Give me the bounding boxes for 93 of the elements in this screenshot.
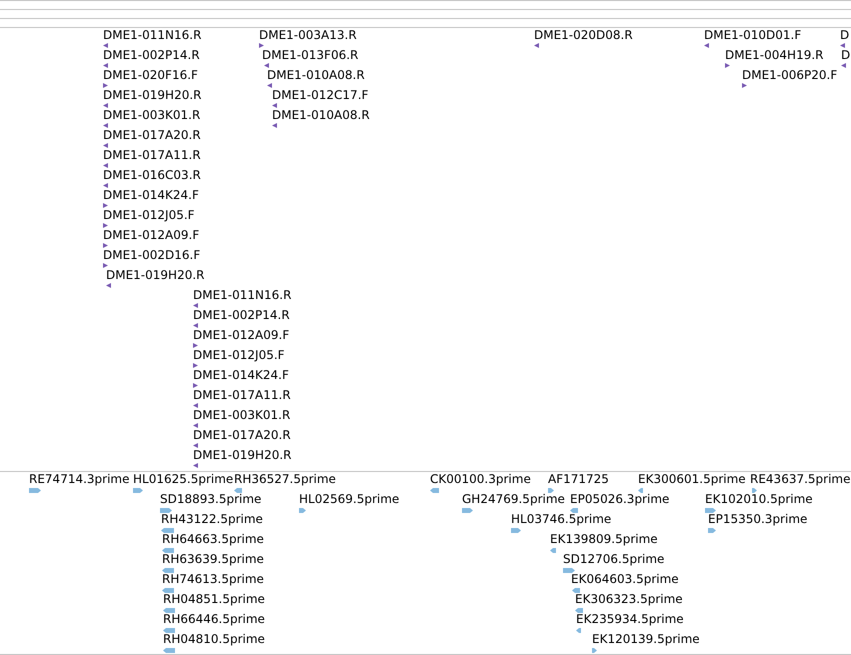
feature-label: DME1-017A11.R: [103, 148, 201, 162]
feature-label: DME1-014K24.F: [103, 188, 199, 202]
right-triangle-icon[interactable]: [193, 383, 198, 388]
feature-label: RH66446.5prime: [163, 612, 265, 626]
feature-label: DME1-010D01.F: [704, 28, 802, 42]
feature-label: EK064603.5prime: [571, 572, 679, 586]
left-triangle-icon[interactable]: [267, 83, 272, 88]
feature-label: DME1-020D08.R: [534, 28, 633, 42]
right-triangle-icon[interactable]: [103, 243, 108, 248]
right-triangle-icon[interactable]: [103, 203, 108, 208]
feature-label: EK235934.5prime: [576, 612, 684, 626]
feature-label: DME1-011N16.R: [103, 28, 202, 42]
feature-label: DME1-012C17.F: [272, 88, 368, 102]
feature-label: SD18893.5prime: [160, 492, 262, 506]
right-triangle-icon[interactable]: [103, 223, 108, 228]
feature-label: DME1-012J05.F: [193, 348, 285, 362]
left-triangle-icon[interactable]: [103, 183, 108, 188]
left-triangle-icon[interactable]: [272, 123, 277, 128]
feature-label: SD12706.5prime: [563, 552, 664, 566]
left-triangle-icon[interactable]: [841, 63, 846, 68]
left-triangle-icon[interactable]: [103, 163, 108, 168]
right-triangle-icon[interactable]: [103, 83, 108, 88]
feature-label: DME1-003A13.R: [259, 28, 357, 42]
feature-label: RH64663.5prime: [162, 532, 264, 546]
feature-label: DME1-012J05.F: [103, 208, 195, 222]
feature-label: DME1-003K01.R: [193, 408, 290, 422]
right-triangle-icon[interactable]: [259, 43, 264, 48]
feature-label: DME1-006P20.F: [742, 68, 838, 82]
feature-label: RH63639.5prime: [162, 552, 264, 566]
left-triangle-icon[interactable]: [103, 123, 108, 128]
feature-label: RH04810.5prime: [163, 632, 265, 646]
left-triangle-icon[interactable]: [103, 63, 108, 68]
feature-label: DME1-017A20.R: [193, 428, 291, 442]
feature-label: RE74714.3prime: [29, 472, 130, 486]
left-triangle-icon[interactable]: [193, 403, 198, 408]
feature-label: RH74613.5prime: [162, 572, 264, 586]
right-triangle-icon[interactable]: [725, 63, 730, 68]
feature-label: RH04851.5prime: [163, 592, 265, 606]
feature-label: DME1-017A20.R: [103, 128, 201, 142]
feature-label: DME1-017A11.R: [193, 388, 291, 402]
right-triangle-icon[interactable]: [193, 343, 198, 348]
left-triangle-icon[interactable]: [840, 43, 845, 48]
feature-label: DME1-004H19.R: [725, 48, 824, 62]
feature-label: DME1-012A09.F: [103, 228, 200, 242]
feature-label: DME1-019H20.R: [106, 268, 204, 282]
left-triangle-icon[interactable]: [103, 43, 108, 48]
feature-label: DME1-002P14.R: [193, 308, 290, 322]
feature-label: HL03746.5prime: [511, 512, 612, 526]
feature-label: EK306323.5prime: [575, 592, 683, 606]
feature-label: GH24769.5prime: [462, 492, 565, 506]
feature-label: RH36527.5prime: [234, 472, 336, 486]
feature-label: DME1-013F06.R: [262, 48, 358, 62]
feature-label: DME1-012A09.F: [193, 328, 290, 342]
feature-label: EK102010.5prime: [705, 492, 813, 506]
feature-label: DME1-019H20.R: [193, 448, 292, 462]
right-triangle-icon[interactable]: [103, 263, 108, 268]
feature-label: DME1-010A08.R: [267, 68, 365, 82]
feature-label: HL01625.5prime: [133, 472, 234, 486]
feature-label: DME1-003K01.R: [103, 108, 200, 122]
feature-label: EP15350.3prime: [708, 512, 808, 526]
feature-label: DME1-014K24.F: [193, 368, 289, 382]
feature-label: EP05026.3prime: [570, 492, 670, 506]
left-triangle-icon[interactable]: [704, 43, 709, 48]
left-triangle-icon[interactable]: [193, 323, 198, 328]
feature-label: DME1-020F16.F: [103, 68, 198, 82]
feature-label: HL02569.5prime: [299, 492, 400, 506]
feature-label: RE43637.5prime: [750, 472, 850, 486]
left-triangle-icon[interactable]: [264, 63, 269, 68]
left-triangle-icon[interactable]: [193, 463, 198, 468]
left-triangle-icon[interactable]: [534, 43, 539, 48]
feature-label: AF171725: [548, 472, 609, 486]
feature-label: EK300601.5prime: [638, 472, 746, 486]
feature-label: EK120139.5prime: [592, 632, 700, 646]
feature-label: DME1-016C03.R: [103, 168, 201, 182]
left-triangle-icon[interactable]: [193, 423, 198, 428]
feature-label: DME1-002P14.R: [103, 48, 200, 62]
feature-label: D: [841, 48, 850, 62]
feature-label: DME1-011N16.R: [193, 288, 292, 302]
left-triangle-icon[interactable]: [193, 303, 198, 308]
right-triangle-icon[interactable]: [742, 83, 747, 88]
left-triangle-icon[interactable]: [106, 283, 111, 288]
left-triangle-icon[interactable]: [103, 143, 108, 148]
feature-label: DME1-019H20.R: [103, 88, 202, 102]
feature-label: DME1-010A08.R: [272, 108, 370, 122]
feature-label: D: [840, 28, 850, 42]
left-triangle-icon[interactable]: [193, 443, 198, 448]
left-triangle-icon[interactable]: [272, 103, 277, 108]
feature-label: DME1-002D16.F: [103, 248, 200, 262]
feature-label: EK139809.5prime: [550, 532, 658, 546]
feature-label: CK00100.3prime: [430, 472, 531, 486]
right-triangle-icon[interactable]: [193, 363, 198, 368]
feature-label: RH43122.5prime: [161, 512, 263, 526]
left-triangle-icon[interactable]: [103, 103, 108, 108]
